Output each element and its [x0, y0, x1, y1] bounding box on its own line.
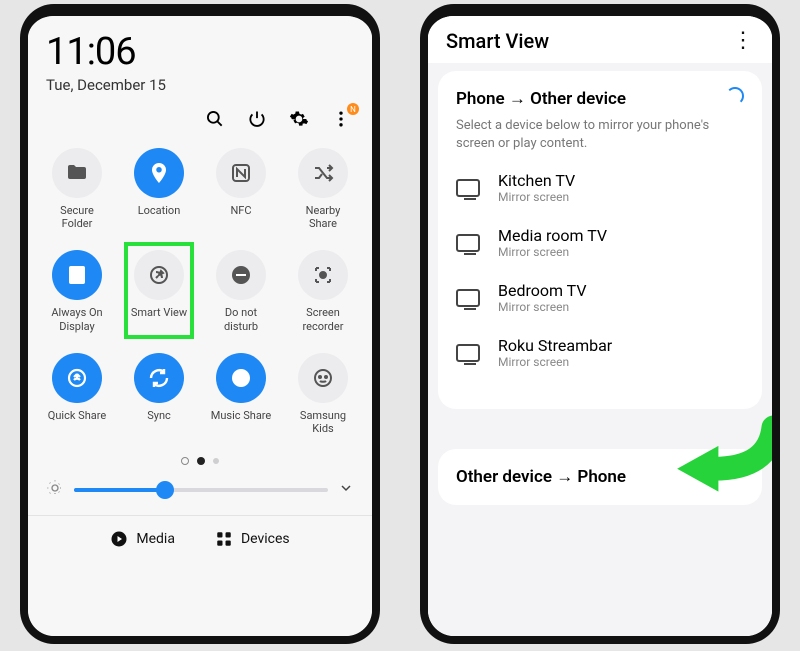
- phone-left: 11:06 Tue, December 15 N Secure Folder Lo…: [20, 4, 380, 644]
- tile-nearby-share[interactable]: Nearby Share: [282, 146, 364, 232]
- tile-label: Sync: [147, 409, 171, 422]
- dot[interactable]: [181, 457, 189, 465]
- dot[interactable]: [213, 458, 219, 464]
- device-name: Bedroom TV: [498, 281, 587, 300]
- page-dots: [28, 457, 372, 465]
- device-item[interactable]: Kitchen TVMirror screen: [456, 171, 744, 204]
- brightness-icon: [46, 479, 64, 501]
- device-sub: Mirror screen: [498, 355, 612, 369]
- tv-icon: [456, 234, 480, 252]
- device-text: Kitchen TVMirror screen: [498, 171, 575, 204]
- brightness-slider[interactable]: [74, 488, 328, 492]
- gear-icon[interactable]: [288, 108, 310, 130]
- devices-label: Devices: [241, 531, 290, 547]
- device-item[interactable]: Bedroom TVMirror screen: [456, 281, 744, 314]
- tile-quick-share[interactable]: Quick Share: [36, 351, 118, 437]
- tile-label: Secure Folder: [60, 204, 94, 230]
- dot-active: [197, 457, 205, 465]
- tile-music-share[interactable]: Music Share: [200, 351, 282, 437]
- device-sub: Mirror screen: [498, 300, 587, 314]
- device-name: Kitchen TV: [498, 171, 575, 190]
- folder-icon: [52, 148, 102, 198]
- device-text: Media room TVMirror screen: [498, 226, 607, 259]
- tile-secure-folder[interactable]: Secure Folder: [36, 146, 118, 232]
- media-button[interactable]: Media: [110, 530, 175, 548]
- tile-label: Always On Display: [51, 306, 102, 332]
- device-name: Media room TV: [498, 226, 607, 245]
- phone-right: Smart View ⋮ Phone → Other device Select…: [420, 4, 780, 644]
- notification-badge: N: [347, 103, 359, 115]
- chevron-down-icon[interactable]: [338, 480, 354, 500]
- tile-label: Screen recorder: [303, 306, 344, 332]
- share-icon: [52, 353, 102, 403]
- device-item[interactable]: Roku StreambarMirror screen: [456, 336, 744, 369]
- device-sub: Mirror screen: [498, 245, 607, 259]
- section-description: Select a device below to mirror your pho…: [456, 117, 716, 153]
- tile-label: Samsung Kids: [300, 409, 346, 435]
- quick-tiles-grid: Secure Folder Location NFC Nearby Share Alwa…: [28, 140, 372, 443]
- sv-card-mirror: Phone → Other device Select a device bel…: [438, 71, 762, 409]
- more-icon[interactable]: ⋮: [732, 28, 754, 53]
- tile-screen-recorder[interactable]: Screen recorder: [282, 248, 364, 334]
- device-list: Kitchen TVMirror screenMedia room TVMirr…: [456, 171, 744, 369]
- tile-always-on-display[interactable]: Always On Display: [36, 248, 118, 334]
- smart-view-screen: Smart View ⋮ Phone → Other device Select…: [428, 16, 772, 636]
- tile-location[interactable]: Location: [118, 146, 200, 232]
- device-text: Bedroom TVMirror screen: [498, 281, 587, 314]
- sv-card-reverse[interactable]: Other device → Phone: [438, 449, 762, 505]
- tile-label: Quick Share: [48, 409, 106, 422]
- music-icon: [216, 353, 266, 403]
- section-heading: Phone → Other device: [456, 89, 744, 109]
- clock-date: Tue, December 15: [46, 76, 354, 94]
- page-title: Smart View: [446, 29, 549, 53]
- clock-area: 11:06 Tue, December 15: [28, 16, 372, 100]
- sv-header: Smart View ⋮: [428, 16, 772, 63]
- record-icon: [298, 250, 348, 300]
- device-name: Roku Streambar: [498, 336, 612, 355]
- tile-smart-view[interactable]: Smart View: [118, 248, 200, 334]
- section-heading: Other device → Phone: [456, 467, 744, 487]
- tile-label: Music Share: [211, 409, 272, 422]
- clock-icon: [52, 250, 102, 300]
- sv-body: Phone → Other device Select a device bel…: [428, 63, 772, 636]
- brightness-slider-row: [28, 465, 372, 509]
- tv-icon: [456, 344, 480, 362]
- tile-samsung-kids[interactable]: Samsung Kids: [282, 351, 364, 437]
- device-sub: Mirror screen: [498, 190, 575, 204]
- loading-spinner-icon: [726, 87, 744, 105]
- devices-button[interactable]: Devices: [215, 530, 290, 548]
- search-icon[interactable]: [204, 108, 226, 130]
- pin-icon: [134, 148, 184, 198]
- tile-nfc[interactable]: NFC: [200, 146, 282, 232]
- cast-icon: [134, 250, 184, 300]
- tile-do-not-disturb[interactable]: Do not disturb: [200, 248, 282, 334]
- shuffle-icon: [298, 148, 348, 198]
- tile-label: Smart View: [131, 306, 187, 319]
- heading-text: Other device → Phone: [456, 467, 626, 487]
- tv-icon: [456, 289, 480, 307]
- tile-label: Nearby Share: [306, 204, 341, 230]
- device-text: Roku StreambarMirror screen: [498, 336, 612, 369]
- bottom-bar: Media Devices: [28, 515, 372, 562]
- heading-text: Phone → Other device: [456, 89, 626, 109]
- sync-icon: [134, 353, 184, 403]
- power-icon[interactable]: [246, 108, 268, 130]
- quick-settings-panel: 11:06 Tue, December 15 N Secure Folder Lo…: [28, 16, 372, 636]
- media-label: Media: [136, 531, 175, 547]
- tile-label: Do not disturb: [224, 306, 258, 332]
- kids-icon: [298, 353, 348, 403]
- tile-label: Location: [138, 204, 181, 217]
- device-item[interactable]: Media room TVMirror screen: [456, 226, 744, 259]
- clock-time: 11:06: [46, 30, 354, 74]
- tile-label: NFC: [230, 204, 251, 217]
- nfc-icon: [216, 148, 266, 198]
- tile-sync[interactable]: Sync: [118, 351, 200, 437]
- minus-icon: [216, 250, 266, 300]
- qs-actions: N: [28, 100, 372, 140]
- tv-icon: [456, 179, 480, 197]
